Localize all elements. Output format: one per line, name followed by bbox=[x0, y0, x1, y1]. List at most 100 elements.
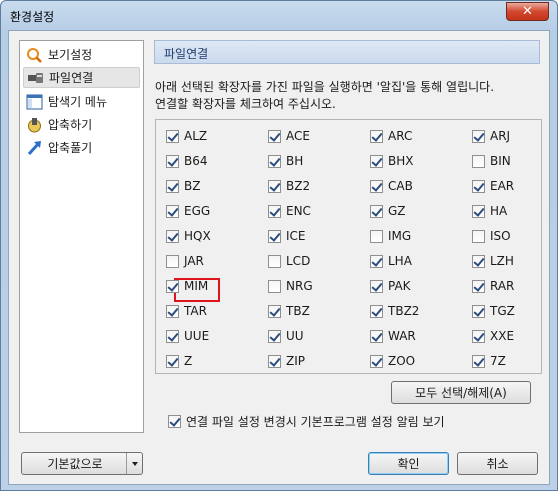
extension-checkbox[interactable] bbox=[166, 354, 179, 368]
extension-checkbox[interactable] bbox=[268, 154, 281, 168]
extension-checkbox[interactable] bbox=[166, 279, 179, 293]
extension-item-cab[interactable]: CAB bbox=[370, 177, 413, 195]
extension-checkbox[interactable] bbox=[166, 129, 179, 143]
extension-checkbox[interactable] bbox=[166, 204, 179, 218]
defaults-button[interactable]: 기본값으로 bbox=[21, 452, 143, 475]
extension-item-alz[interactable]: ALZ bbox=[166, 127, 207, 145]
ok-button[interactable]: 확인 bbox=[368, 452, 449, 475]
chevron-down-icon[interactable] bbox=[126, 453, 142, 474]
extension-item-uu[interactable]: UU bbox=[268, 327, 304, 345]
extension-item-7z[interactable]: 7Z bbox=[472, 352, 506, 370]
extension-checkbox[interactable] bbox=[370, 254, 383, 268]
extension-item-iso[interactable]: ISO bbox=[472, 227, 511, 245]
extension-checkbox[interactable] bbox=[370, 229, 383, 243]
extension-item-arc[interactable]: ARC bbox=[370, 127, 412, 145]
extension-label: NRG bbox=[286, 279, 313, 293]
extension-item-lzh[interactable]: LZH bbox=[472, 252, 514, 270]
sidebar-item-compress[interactable]: 압축하기 bbox=[23, 114, 140, 135]
extension-item-ha[interactable]: HA bbox=[472, 202, 507, 220]
notify-checkbox-row[interactable]: 연결 파일 설정 변경시 기본프로그램 설정 알림 보기 bbox=[168, 412, 445, 430]
extension-checkbox[interactable] bbox=[370, 304, 383, 318]
extension-checkbox[interactable] bbox=[472, 229, 485, 243]
extension-checkbox[interactable] bbox=[370, 129, 383, 143]
extension-label: ARJ bbox=[490, 129, 511, 143]
extension-item-bh[interactable]: BH bbox=[268, 152, 303, 170]
extension-item-tbz[interactable]: TBZ bbox=[268, 302, 310, 320]
select-all-button[interactable]: 모두 선택/해제(A) bbox=[391, 381, 531, 404]
extension-checkbox[interactable] bbox=[472, 204, 485, 218]
extension-checkbox[interactable] bbox=[268, 229, 281, 243]
extension-checkbox[interactable] bbox=[268, 179, 281, 193]
extension-item-lcd[interactable]: LCD bbox=[268, 252, 310, 270]
extension-checkbox[interactable] bbox=[166, 229, 179, 243]
extension-checkbox[interactable] bbox=[472, 154, 485, 168]
extension-item-jar[interactable]: JAR bbox=[166, 252, 204, 270]
extension-checkbox[interactable] bbox=[166, 304, 179, 318]
extension-item-z[interactable]: Z bbox=[166, 352, 192, 370]
extension-checkbox[interactable] bbox=[370, 154, 383, 168]
extension-checkbox[interactable] bbox=[166, 329, 179, 343]
extension-checkbox[interactable] bbox=[268, 304, 281, 318]
extension-checkbox[interactable] bbox=[472, 179, 485, 193]
extension-item-zip[interactable]: ZIP bbox=[268, 352, 305, 370]
extension-checkbox[interactable] bbox=[166, 154, 179, 168]
notify-checkbox[interactable] bbox=[168, 414, 181, 428]
extension-checkbox[interactable] bbox=[472, 304, 485, 318]
extension-checkbox[interactable] bbox=[370, 279, 383, 293]
sidebar-item-view-settings[interactable]: 보기설정 bbox=[23, 44, 140, 65]
extension-checkbox[interactable] bbox=[370, 179, 383, 193]
extract-arrow-icon bbox=[26, 140, 43, 156]
extension-item-bz2[interactable]: BZ2 bbox=[268, 177, 310, 195]
extension-checkbox[interactable] bbox=[268, 129, 281, 143]
extension-checkbox[interactable] bbox=[370, 329, 383, 343]
select-all-label: 모두 선택/해제(A) bbox=[415, 386, 507, 400]
title-bar[interactable]: 환경설정 ✕ bbox=[1, 1, 557, 29]
extension-item-ear[interactable]: EAR bbox=[472, 177, 514, 195]
extension-checkbox[interactable] bbox=[268, 254, 281, 268]
extension-checkbox[interactable] bbox=[472, 254, 485, 268]
sidebar-item-explorer-menu[interactable]: 탐색기 메뉴 bbox=[23, 91, 140, 112]
extension-item-tgz[interactable]: TGZ bbox=[472, 302, 515, 320]
extension-item-bz[interactable]: BZ bbox=[166, 177, 200, 195]
close-button[interactable]: ✕ bbox=[506, 2, 549, 21]
extension-checkbox[interactable] bbox=[268, 279, 281, 293]
extension-item-tar[interactable]: TAR bbox=[166, 302, 207, 320]
extension-checkbox[interactable] bbox=[268, 204, 281, 218]
sidebar-item-extract[interactable]: 압축풀기 bbox=[23, 137, 140, 158]
extension-item-b64[interactable]: B64 bbox=[166, 152, 208, 170]
extension-checkbox[interactable] bbox=[370, 354, 383, 368]
extension-checkbox[interactable] bbox=[370, 204, 383, 218]
extension-checkbox[interactable] bbox=[166, 254, 179, 268]
extension-item-war[interactable]: WAR bbox=[370, 327, 416, 345]
extension-item-hqx[interactable]: HQX bbox=[166, 227, 211, 245]
extension-item-egg[interactable]: EGG bbox=[166, 202, 210, 220]
extension-item-ace[interactable]: ACE bbox=[268, 127, 310, 145]
extension-item-zoo[interactable]: ZOO bbox=[370, 352, 415, 370]
extension-checkbox[interactable] bbox=[472, 129, 485, 143]
extension-checkbox[interactable] bbox=[268, 329, 281, 343]
extension-item-gz[interactable]: GZ bbox=[370, 202, 406, 220]
extension-checkbox[interactable] bbox=[472, 279, 485, 293]
extension-item-bhx[interactable]: BHX bbox=[370, 152, 413, 170]
sidebar-item-file-link[interactable]: 파일연결 bbox=[23, 67, 140, 88]
extension-item-enc[interactable]: ENC bbox=[268, 202, 311, 220]
extension-item-nrg[interactable]: NRG bbox=[268, 277, 313, 295]
extension-item-mim[interactable]: MIM bbox=[166, 277, 208, 295]
extension-item-img[interactable]: IMG bbox=[370, 227, 411, 245]
extension-item-ice[interactable]: ICE bbox=[268, 227, 306, 245]
extension-checkbox[interactable] bbox=[268, 354, 281, 368]
extension-checkbox[interactable] bbox=[472, 329, 485, 343]
extension-checkbox[interactable] bbox=[166, 179, 179, 193]
extension-item-arj[interactable]: ARJ bbox=[472, 127, 510, 145]
cancel-button[interactable]: 취소 bbox=[457, 452, 538, 475]
extension-item-rar[interactable]: RAR bbox=[472, 277, 514, 295]
panel-title: 파일연결 bbox=[164, 47, 209, 61]
extension-item-lha[interactable]: LHA bbox=[370, 252, 412, 270]
extension-item-xxe[interactable]: XXE bbox=[472, 327, 514, 345]
extension-checkbox[interactable] bbox=[472, 354, 485, 368]
extension-label: JAR bbox=[184, 254, 204, 268]
extension-item-uue[interactable]: UUE bbox=[166, 327, 209, 345]
extension-item-pak[interactable]: PAK bbox=[370, 277, 411, 295]
extension-item-bin[interactable]: BIN bbox=[472, 152, 511, 170]
extension-item-tbz2[interactable]: TBZ2 bbox=[370, 302, 419, 320]
